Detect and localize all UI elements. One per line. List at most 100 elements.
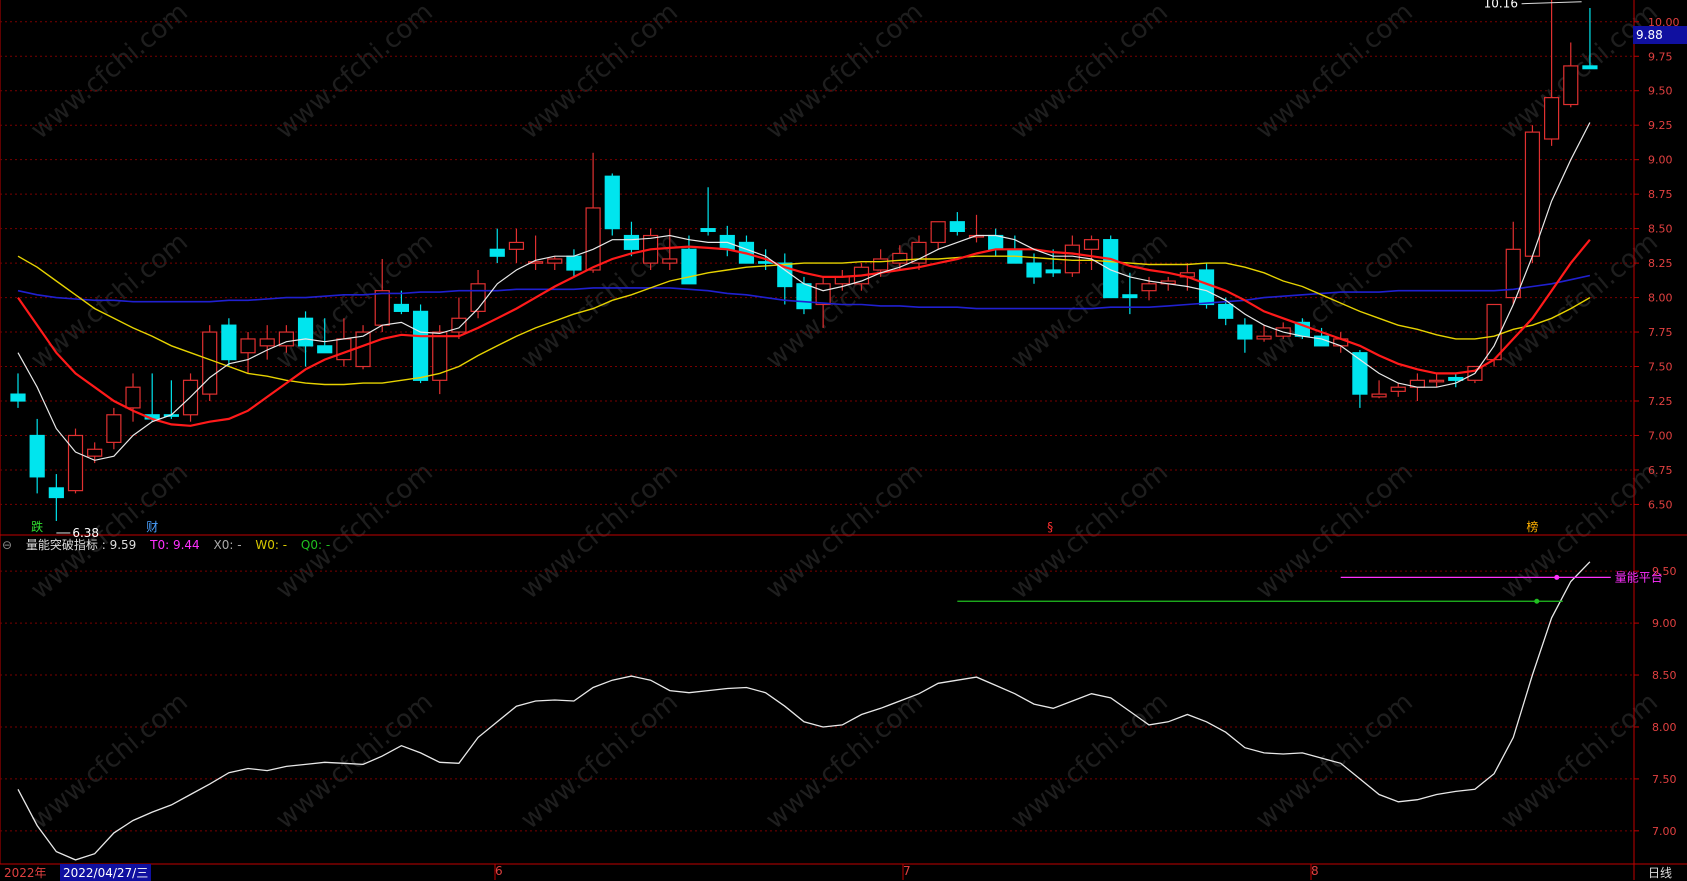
candle	[412, 310, 429, 381]
price-tick-label: 9.25	[1648, 119, 1673, 132]
watermark-text: www.cfchi.com	[1005, 687, 1174, 835]
candle	[87, 448, 103, 457]
candle	[393, 303, 409, 312]
current-price-tag: 9.88	[1633, 26, 1687, 44]
candle	[297, 317, 314, 347]
event-marker: 财	[146, 520, 158, 534]
price-tick-label: 9.50	[1648, 85, 1673, 98]
candle	[1026, 262, 1042, 278]
indicator-tick-label: 7.00	[1652, 825, 1677, 838]
collapse-icon[interactable]: ⊖	[2, 538, 12, 552]
candle	[892, 252, 908, 264]
candle	[1543, 97, 1560, 140]
platform-dot	[1554, 574, 1560, 580]
indicator-name[interactable]: 量能突破指标 : 9.59	[26, 538, 136, 552]
candle	[1218, 303, 1234, 319]
candle	[489, 248, 505, 257]
watermark-text: www.cfchi.com	[25, 687, 194, 835]
candle	[336, 338, 352, 361]
candle	[623, 234, 640, 250]
candle	[1141, 283, 1157, 292]
indicator-tick-label: 8.50	[1652, 669, 1677, 682]
price-tick-label: 6.75	[1648, 464, 1673, 477]
price-tick-label: 8.00	[1648, 292, 1673, 305]
chart-canvas[interactable]: www.cfchi.com www.cfchi.com www.cfchi.com w…	[0, 0, 1687, 880]
candle	[67, 434, 84, 492]
watermark-text: www.cfchi.com	[760, 227, 929, 375]
candle	[815, 283, 831, 306]
platform-label: 量能平台	[1615, 569, 1663, 584]
indicator-tick-label: 8.00	[1652, 721, 1677, 734]
candle	[10, 393, 26, 402]
indicator-tick-label: 7.50	[1652, 773, 1677, 786]
indicator-t0: T0: 9.44	[150, 538, 200, 552]
candle	[317, 345, 333, 354]
price-tick-label: 8.75	[1648, 188, 1673, 201]
x-axis-year: 2022年	[4, 866, 47, 880]
candle	[1448, 376, 1464, 381]
candle	[240, 338, 256, 354]
candle	[202, 331, 218, 395]
candle	[796, 283, 812, 310]
candle	[949, 221, 965, 232]
candle	[930, 221, 946, 244]
candle	[1122, 294, 1138, 299]
candle	[1256, 335, 1272, 340]
watermark-text: www.cfchi.com	[25, 457, 194, 605]
price-tick-label: 9.00	[1648, 154, 1673, 167]
candle	[29, 434, 45, 478]
support-dot	[1534, 598, 1540, 604]
x-axis-month-7: 7	[903, 864, 911, 878]
candle	[1064, 244, 1080, 274]
price-tick-label: 7.00	[1648, 429, 1673, 442]
watermark-text: www.cfchi.com	[1250, 227, 1419, 375]
watermark-text: www.cfchi.com	[515, 457, 684, 605]
stock-chart[interactable]: www.cfchi.com www.cfchi.com www.cfchi.com w…	[0, 0, 1687, 880]
event-marker: 跌	[31, 519, 43, 534]
price-tick-label: 8.50	[1648, 223, 1673, 236]
candle	[1563, 65, 1579, 106]
candle	[1428, 379, 1445, 383]
watermark-text: www.cfchi.com	[515, 687, 684, 835]
indicator-header: ⊖ 量能突破指标 : 9.59 T0: 9.44 X0: - W0: - Q0:…	[2, 536, 340, 553]
candle	[106, 414, 122, 443]
indicator-q0: Q0: -	[300, 538, 331, 552]
candle	[988, 234, 1004, 250]
candle	[873, 258, 889, 271]
watermark-text: www.cfchi.com	[1495, 687, 1664, 835]
watermark-text: www.cfchi.com	[270, 457, 439, 605]
watermark-text: www.cfchi.com	[1250, 457, 1419, 605]
high-marker-label: 10.16	[1484, 0, 1518, 11]
price-tick-label: 9.75	[1648, 50, 1673, 63]
candle	[221, 324, 237, 361]
price-tick-label: 7.75	[1648, 326, 1673, 339]
x-axis-month-8: 8	[1311, 864, 1319, 878]
watermark-text: www.cfchi.com	[1005, 457, 1174, 605]
price-tick-label: 7.25	[1648, 395, 1673, 408]
candle	[1390, 386, 1406, 392]
candle	[125, 386, 141, 409]
candle	[604, 175, 620, 230]
candle	[1198, 269, 1215, 306]
price-tick-label: 7.50	[1648, 361, 1673, 374]
price-tick-label: 8.25	[1648, 257, 1673, 270]
watermark-text: www.cfchi.com	[270, 687, 439, 835]
candle	[1524, 131, 1541, 257]
candle	[374, 290, 390, 326]
period-label[interactable]: 日线	[1648, 864, 1672, 881]
candle	[451, 317, 467, 333]
candle	[585, 207, 601, 271]
indicator-tick-label: 9.00	[1652, 617, 1677, 630]
candle	[1083, 239, 1100, 250]
price-tick-label: 6.50	[1648, 498, 1673, 511]
candle	[508, 241, 525, 250]
watermark-text: www.cfchi.com	[760, 457, 929, 605]
x-axis-cursor-date: 2022/04/27/三	[60, 864, 152, 881]
candle	[700, 228, 716, 232]
candle	[1486, 303, 1502, 361]
event-marker: 榜	[1526, 519, 1538, 534]
watermark-text: www.cfchi.com	[760, 687, 929, 835]
indicator-w0: W0: -	[255, 538, 288, 552]
candle	[48, 487, 64, 499]
candle	[662, 258, 678, 264]
